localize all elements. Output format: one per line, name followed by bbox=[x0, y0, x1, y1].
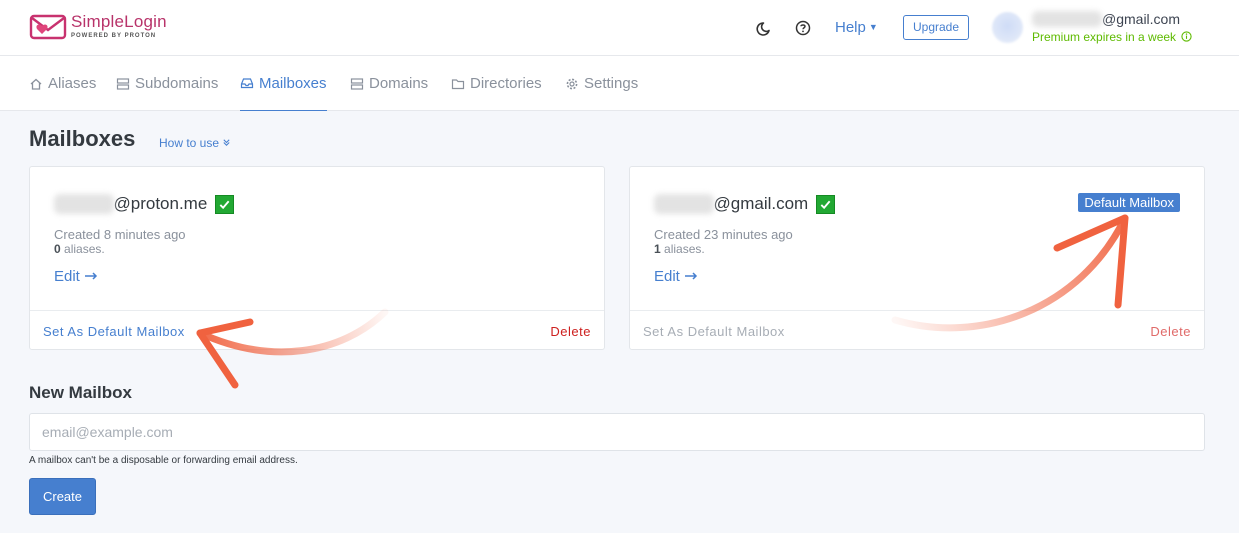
nav-settings-label: Settings bbox=[584, 75, 639, 92]
nav-directories[interactable]: Directories bbox=[451, 56, 542, 111]
mailbox-email-domain: @gmail.com bbox=[713, 194, 809, 213]
logo-title: SimpleLogin bbox=[71, 12, 167, 31]
nav-directories-label: Directories bbox=[470, 75, 542, 92]
premium-status[interactable]: Premium expires in a week bbox=[1032, 30, 1193, 44]
arrow-right-icon bbox=[685, 272, 698, 280]
alias-count-number: 0 bbox=[54, 242, 61, 256]
nav-aliases[interactable]: Aliases bbox=[29, 56, 96, 111]
mailbox-alias-count: 1 aliases. bbox=[654, 242, 705, 256]
mailbox-email-domain: @proton.me bbox=[113, 194, 208, 213]
upgrade-button[interactable]: Upgrade bbox=[903, 15, 969, 40]
inbox-icon bbox=[240, 78, 254, 89]
help-label: Help bbox=[835, 19, 866, 36]
mailbox-card-footer: Set As Default Mailbox Delete bbox=[630, 310, 1204, 350]
mailbox-card: xxxxxxx@gmail.com Default Mailbox Create… bbox=[629, 166, 1205, 350]
nav-settings[interactable]: Settings bbox=[565, 56, 638, 111]
redacted-username: xxxxxxx bbox=[654, 194, 714, 214]
mailbox-created: Created 8 minutes ago bbox=[54, 227, 186, 242]
mailbox-email: xxxxxxx@proton.me bbox=[54, 194, 235, 214]
alias-count-number: 1 bbox=[654, 242, 661, 256]
new-mailbox-hint: A mailbox can't be a disposable or forwa… bbox=[29, 455, 298, 466]
edit-label: Edit bbox=[54, 268, 80, 285]
nav-subdomains[interactable]: Subdomains bbox=[116, 56, 218, 111]
verified-check-icon bbox=[215, 194, 235, 214]
mailbox-alias-count: 0 aliases. bbox=[54, 242, 105, 256]
envelope-heart-icon bbox=[29, 14, 67, 40]
home-icon bbox=[30, 78, 42, 90]
nav-aliases-label: Aliases bbox=[48, 75, 97, 92]
verified-check-icon bbox=[816, 194, 836, 214]
arrow-right-icon bbox=[85, 272, 98, 280]
gear-icon bbox=[566, 78, 578, 89]
edit-link[interactable]: Edit bbox=[54, 268, 98, 285]
mailbox-email: xxxxxxx@gmail.com bbox=[654, 194, 836, 214]
edit-label: Edit bbox=[654, 268, 680, 285]
delete-mailbox-link-disabled: Delete bbox=[1150, 324, 1191, 339]
nav-mailboxes[interactable]: Mailboxes bbox=[240, 56, 327, 111]
chevrons-down-icon bbox=[223, 139, 230, 146]
user-email-domain: @gmail.com bbox=[1102, 11, 1181, 27]
page-title: Mailboxes bbox=[29, 126, 136, 151]
moon-icon[interactable] bbox=[756, 19, 774, 37]
nav-mailboxes-label: Mailboxes bbox=[259, 74, 327, 92]
edit-link[interactable]: Edit bbox=[654, 268, 698, 285]
user-email[interactable]: xxxxxxxxxx@gmail.com bbox=[1032, 11, 1180, 27]
default-mailbox-badge: Default Mailbox bbox=[1078, 193, 1180, 212]
set-default-mailbox-link[interactable]: Set As Default Mailbox bbox=[43, 324, 185, 339]
new-mailbox-title: New Mailbox bbox=[29, 383, 132, 402]
mailbox-card: xxxxxxx@proton.me Created 8 minutes ago … bbox=[29, 166, 605, 350]
alias-count-suffix: aliases. bbox=[60, 242, 105, 256]
main-nav: Aliases Subdomains Mailboxes Domains Dir… bbox=[0, 56, 1239, 111]
help-menu[interactable]: Help ▼ bbox=[835, 19, 878, 36]
caret-down-icon: ▼ bbox=[868, 22, 878, 32]
logo-subtitle: POWERED BY PROTON bbox=[71, 33, 157, 39]
new-mailbox-email-input[interactable] bbox=[29, 413, 1205, 451]
avatar[interactable] bbox=[992, 12, 1023, 43]
nav-domains-label: Domains bbox=[369, 75, 429, 92]
mailbox-created: Created 23 minutes ago bbox=[654, 227, 793, 242]
info-icon bbox=[1181, 31, 1193, 42]
simplelogin-logo[interactable]: SimpleLogin POWERED BY PROTON bbox=[29, 13, 167, 41]
redacted-username: xxxxxxxxxx bbox=[1032, 11, 1102, 27]
set-default-mailbox-link-disabled: Set As Default Mailbox bbox=[643, 324, 785, 339]
delete-mailbox-link[interactable]: Delete bbox=[550, 324, 591, 339]
redacted-username: xxxxxxx bbox=[54, 194, 114, 214]
help-circle-icon[interactable] bbox=[794, 19, 812, 37]
premium-text: Premium expires in a week bbox=[1032, 30, 1177, 44]
server-icon bbox=[116, 77, 130, 90]
top-header: SimpleLogin POWERED BY PROTON Help ▼ Upgr… bbox=[0, 0, 1239, 56]
how-to-use-link[interactable]: How to use bbox=[159, 136, 231, 150]
how-to-use-label: How to use bbox=[159, 136, 220, 150]
nav-domains[interactable]: Domains bbox=[350, 56, 428, 111]
alias-count-suffix: aliases. bbox=[660, 242, 705, 256]
server-icon bbox=[350, 77, 364, 90]
mailbox-card-footer: Set As Default Mailbox Delete bbox=[30, 310, 604, 350]
nav-subdomains-label: Subdomains bbox=[135, 75, 219, 92]
create-mailbox-button[interactable]: Create bbox=[29, 478, 96, 515]
folder-icon bbox=[451, 78, 465, 89]
